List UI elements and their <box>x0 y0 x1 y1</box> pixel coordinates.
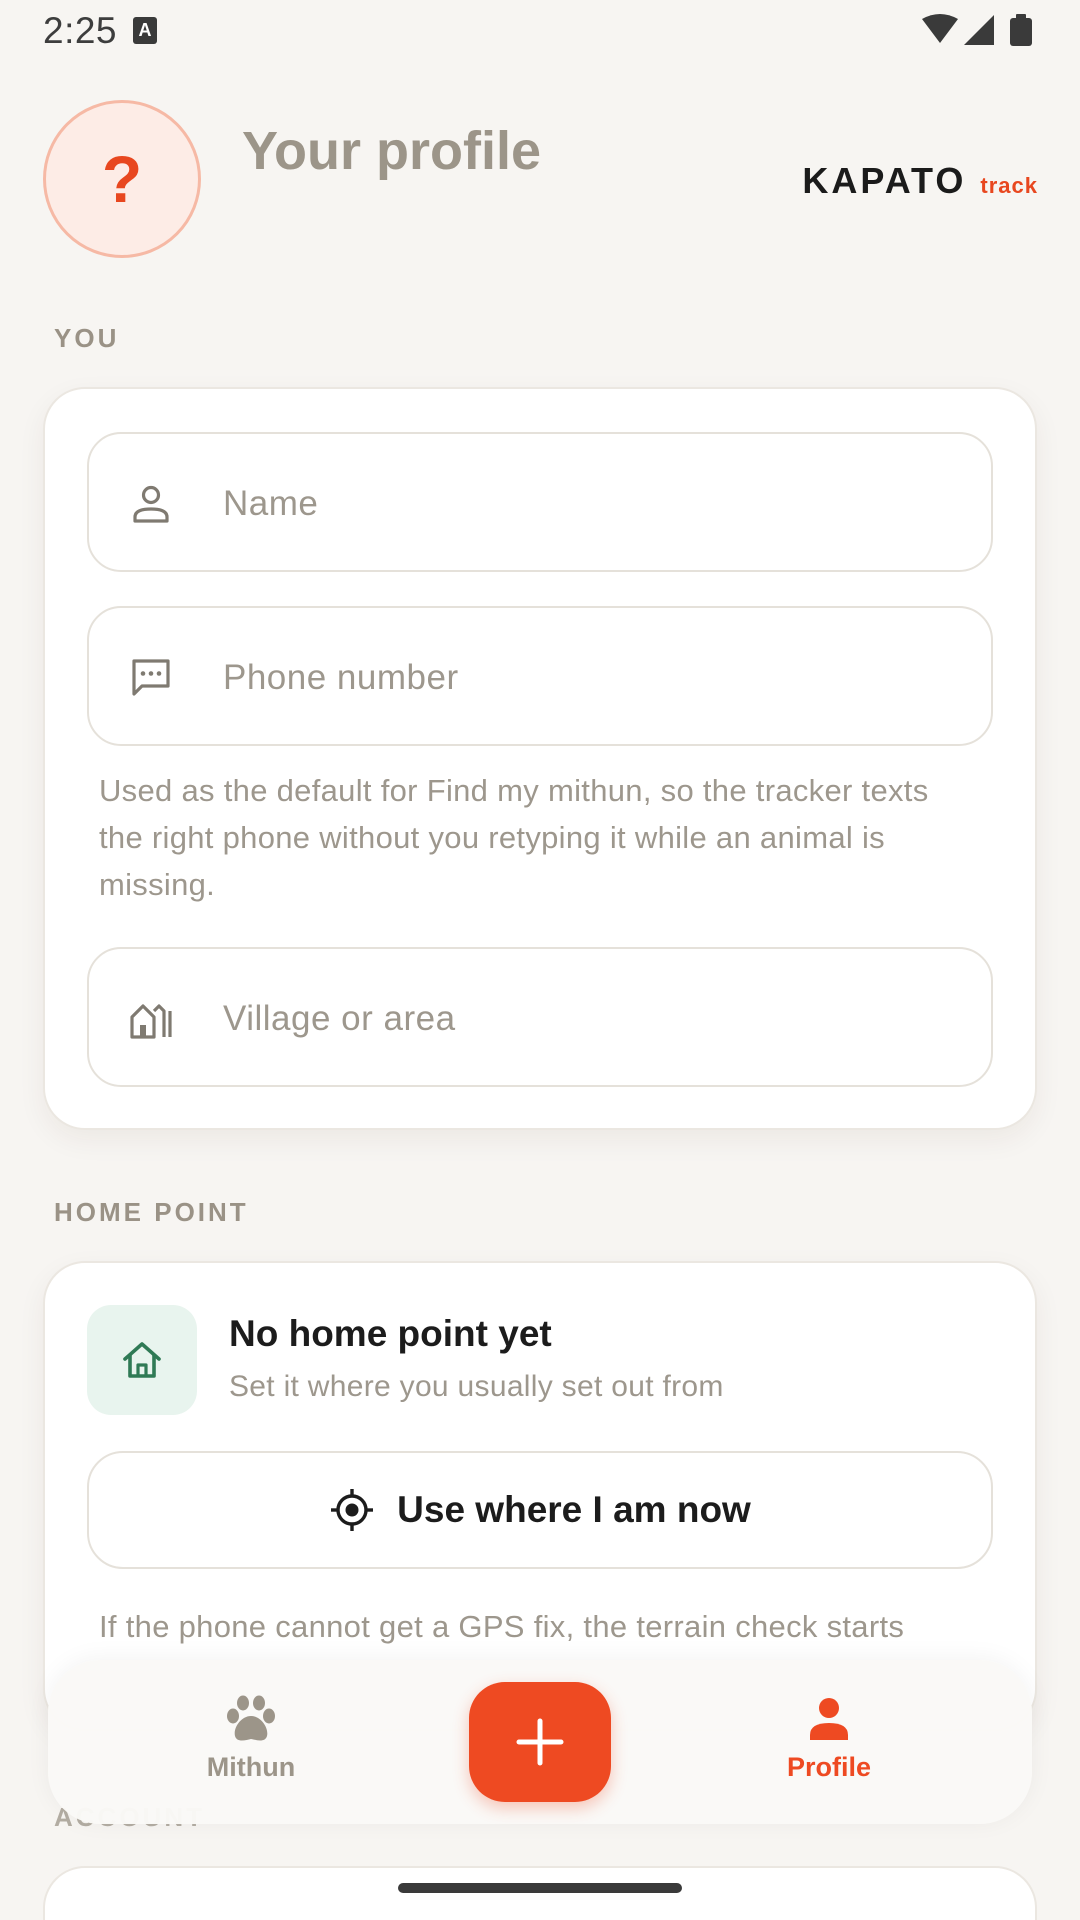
phone-field[interactable] <box>87 606 993 746</box>
brand-sub: track <box>980 173 1038 198</box>
status-bar: 2:25 A <box>0 0 1080 60</box>
home-indicator[interactable] <box>398 1883 682 1893</box>
person-icon <box>133 485 169 523</box>
use-current-location-label: Use where I am now <box>397 1489 751 1530</box>
plus-icon <box>516 1718 564 1766</box>
section-label-home-point: HOME POINT <box>54 1197 249 1227</box>
home-tile <box>87 1305 197 1415</box>
signal-icon <box>964 15 994 45</box>
nav-item-mithun[interactable]: Mithun <box>151 1694 351 1804</box>
add-button[interactable] <box>469 1682 611 1802</box>
wifi-icon <box>922 14 958 43</box>
phone-input[interactable] <box>221 638 965 718</box>
use-current-location-button[interactable]: Use where I am now <box>87 1451 993 1569</box>
nav-item-profile[interactable]: Profile <box>729 1694 929 1804</box>
person-icon <box>810 1698 848 1740</box>
home-point-subtitle: Set it where you usually set out from <box>229 1370 724 1403</box>
gps-fallback-note: If the phone cannot get a GPS fix, the t… <box>99 1609 905 1644</box>
brand-name: KAPATO <box>802 160 967 201</box>
avatar-question-icon: ? <box>101 142 143 216</box>
notification-icon: A <box>133 17 157 44</box>
nav-label-profile: Profile <box>786 1752 872 1782</box>
status-icons <box>922 14 1032 46</box>
phone-helper-text: Used as the default for Find my mithun, … <box>99 773 929 902</box>
gps-target-icon <box>331 1489 374 1531</box>
battery-icon <box>1010 14 1032 46</box>
you-card: Used as the default for Find my mithun, … <box>43 387 1037 1130</box>
avatar[interactable]: ? <box>43 100 201 258</box>
profile-screen: 2:25 A ? Your profile KAPATO track YOU N… <box>0 0 1080 1920</box>
name-field[interactable] <box>87 432 993 572</box>
account-card <box>43 1866 1037 1920</box>
home-icon <box>123 1342 161 1378</box>
brand-logo: KAPATO track <box>802 160 1038 202</box>
section-label-you: YOU <box>54 323 120 353</box>
paw-icon <box>227 1695 275 1741</box>
home-point-title: No home point yet <box>229 1313 552 1354</box>
nav-label-mithun: Mithun <box>206 1752 296 1782</box>
message-icon <box>132 659 170 696</box>
page-title: Your profile <box>242 121 542 181</box>
village-icon <box>130 1004 172 1039</box>
status-time: 2:25 <box>43 10 118 51</box>
village-input[interactable] <box>221 979 965 1059</box>
bottom-nav: Mithun Profile <box>48 1660 1032 1824</box>
name-input[interactable] <box>221 464 965 544</box>
village-field[interactable] <box>87 947 993 1087</box>
